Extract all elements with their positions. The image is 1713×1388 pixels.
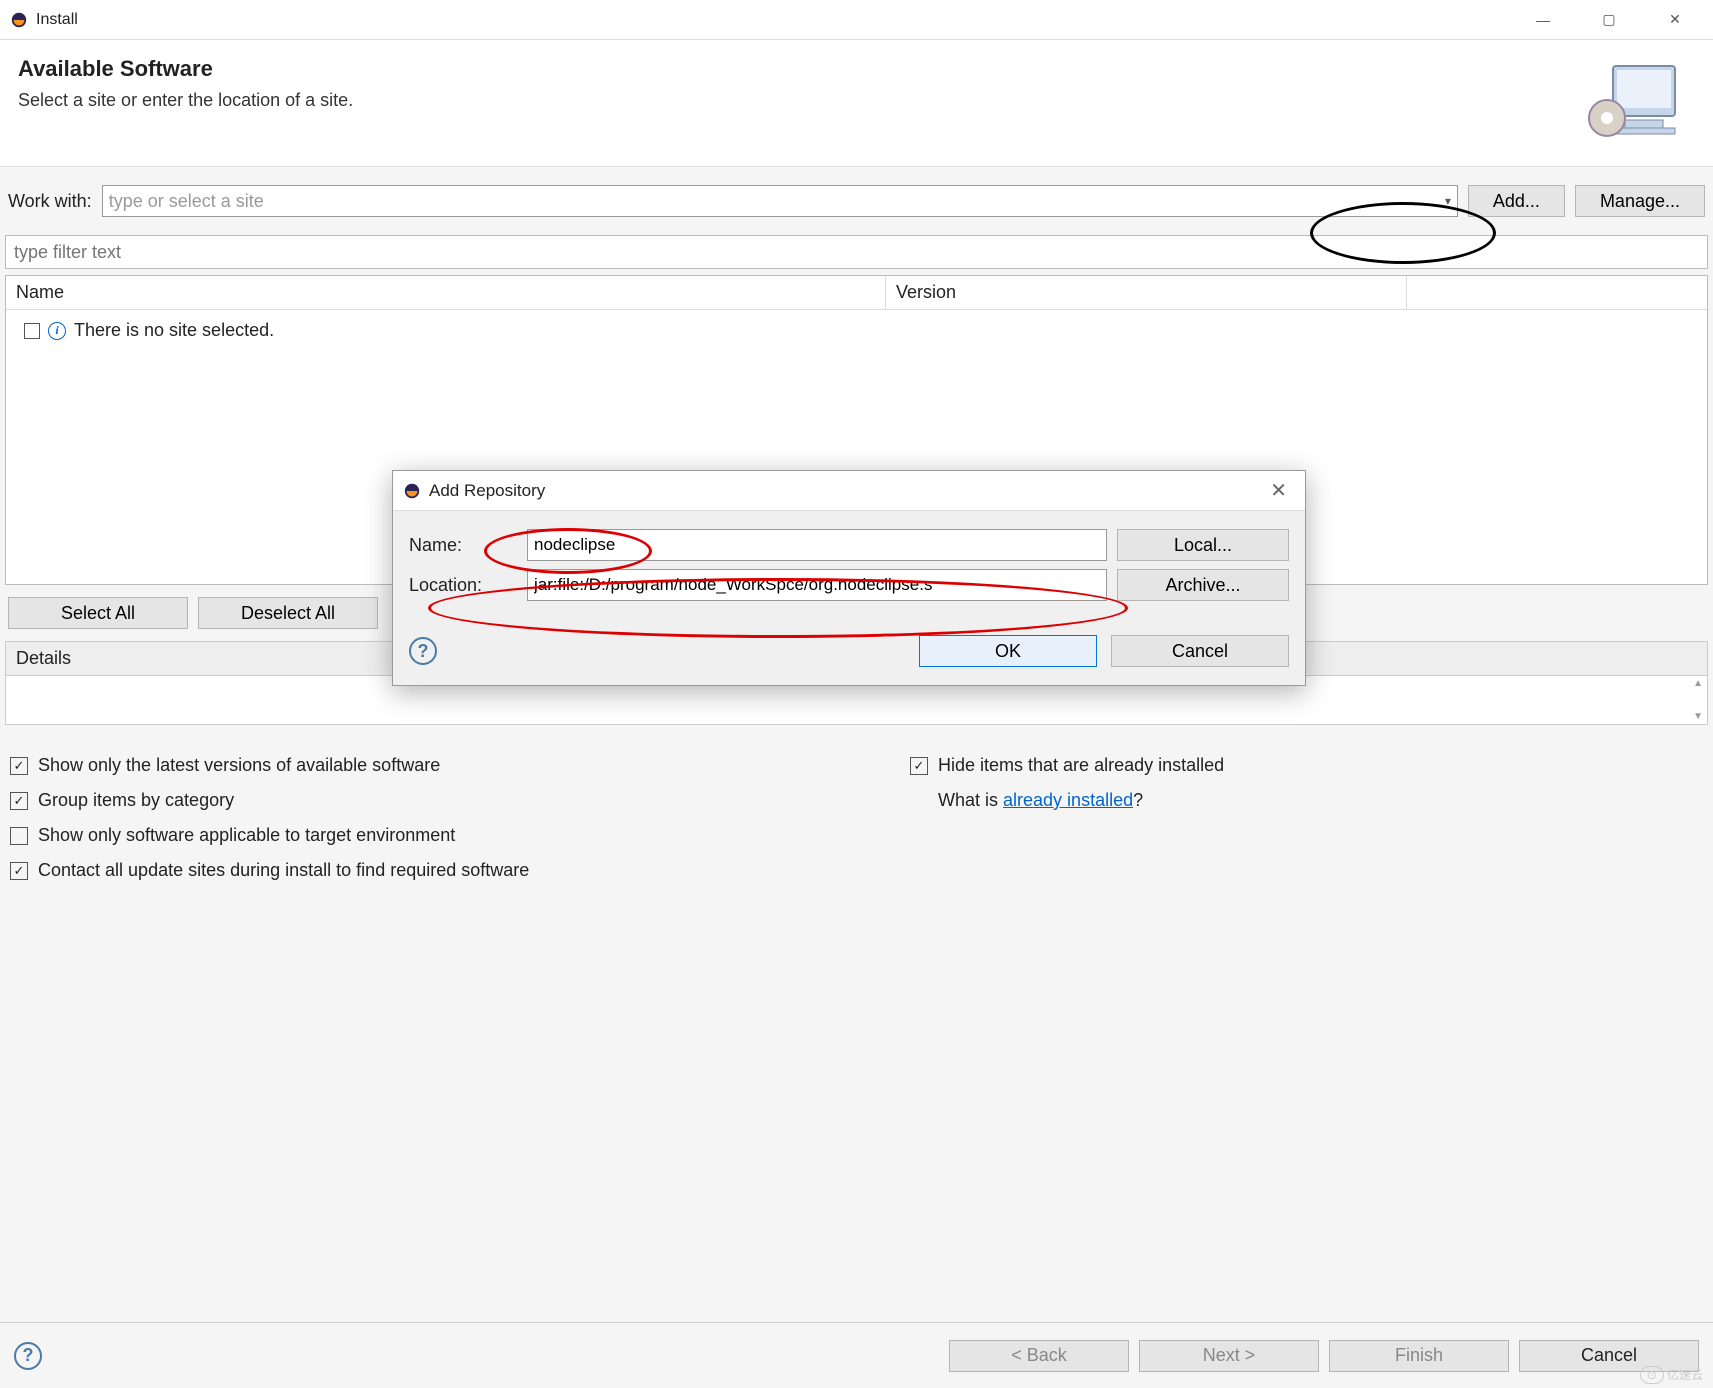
dialog-cancel-button[interactable]: Cancel [1111,635,1289,667]
titlebar: Install — ▢ ✕ [0,0,1713,40]
no-site-text: There is no site selected. [74,320,274,341]
option-group[interactable]: ✓ Group items by category [10,790,880,811]
eclipse-icon [403,482,421,500]
dialog-footer: ? OK Cancel [393,617,1305,685]
window-title: Install [36,11,1521,29]
info-icon: i [48,322,66,340]
archive-button[interactable]: Archive... [1117,569,1289,601]
work-with-row: Work with: type or select a site ▾ Add..… [0,167,1713,235]
dialog-title: Add Repository [429,481,1262,501]
page-title: Available Software [18,56,1585,82]
tree-header: Name Version [6,276,1707,310]
ok-button[interactable]: OK [919,635,1097,667]
window-controls: — ▢ ✕ [1521,5,1697,35]
scroll-down-icon[interactable]: ▼ [1693,711,1703,722]
option-group-label: Group items by category [38,790,234,811]
work-with-combo[interactable]: type or select a site ▾ [102,185,1458,217]
footer: ? < Back Next > Finish Cancel [0,1322,1713,1388]
option-target-label: Show only software applicable to target … [38,825,455,846]
next-button[interactable]: Next > [1139,1340,1319,1372]
dialog-name-label: Name: [409,535,517,556]
add-button[interactable]: Add... [1468,185,1565,217]
install-wizard-icon [1585,56,1685,146]
add-repository-dialog: Add Repository ✕ Name: Local... Location… [392,470,1306,686]
eclipse-icon [10,11,28,29]
work-with-label: Work with: [8,191,92,212]
work-with-placeholder: type or select a site [109,191,264,212]
checkbox-checked-icon[interactable]: ✓ [910,757,928,775]
dialog-name-input[interactable] [527,529,1107,561]
dialog-name-row: Name: Local... [409,529,1289,561]
header-area: Available Software Select a site or ente… [0,40,1713,167]
help-icon[interactable]: ? [409,637,437,665]
page-subtitle: Select a site or enter the location of a… [18,90,1585,111]
dialog-location-row: Location: Archive... [409,569,1289,601]
help-icon[interactable]: ? [14,1342,42,1370]
dialog-location-label: Location: [409,575,517,596]
finish-button[interactable]: Finish [1329,1340,1509,1372]
select-all-button[interactable]: Select All [8,597,188,629]
checkbox-checked-icon[interactable]: ✓ [10,862,28,880]
watermark-logo-icon: ⊙ [1640,1366,1664,1384]
checkbox-icon[interactable] [24,323,40,339]
back-button[interactable]: < Back [949,1340,1129,1372]
option-latest-label: Show only the latest versions of availab… [38,755,440,776]
dialog-titlebar: Add Repository ✕ [393,471,1305,511]
scroll-up-icon[interactable]: ▲ [1693,678,1703,689]
deselect-all-button[interactable]: Deselect All [198,597,378,629]
checkbox-unchecked-icon[interactable] [10,827,28,845]
dialog-close-icon[interactable]: ✕ [1262,478,1295,503]
what-is-installed: What is already installed? [938,790,1703,811]
option-hide-label: Hide items that are already installed [938,755,1224,776]
maximize-button[interactable]: ▢ [1587,5,1631,35]
column-name[interactable]: Name [6,276,886,309]
option-latest[interactable]: ✓ Show only the latest versions of avail… [10,755,880,776]
option-hide[interactable]: ✓ Hide items that are already installed [910,755,1703,776]
watermark-text: 亿速云 [1667,1368,1703,1382]
options-grid: ✓ Show only the latest versions of avail… [0,725,1713,911]
checkbox-checked-icon[interactable]: ✓ [10,792,28,810]
tree-row-nosite: i There is no site selected. [24,320,1689,341]
option-contact-label: Contact all update sites during install … [38,860,529,881]
dialog-location-input[interactable] [527,569,1107,601]
manage-button[interactable]: Manage... [1575,185,1705,217]
checkbox-checked-icon[interactable]: ✓ [10,757,28,775]
filter-input[interactable] [5,235,1708,269]
column-version[interactable]: Version [886,276,1407,309]
close-button[interactable]: ✕ [1653,5,1697,35]
option-contact[interactable]: ✓ Contact all update sites during instal… [10,860,880,881]
already-installed-link[interactable]: already installed [1003,790,1133,810]
chevron-down-icon: ▾ [1445,194,1451,208]
option-target[interactable]: Show only software applicable to target … [10,825,880,846]
minimize-button[interactable]: — [1521,5,1565,35]
watermark: ⊙ 亿速云 [1634,1366,1703,1384]
what-is-suffix: ? [1133,790,1143,810]
what-is-prefix: What is [938,790,1003,810]
column-spacer [1407,276,1707,309]
local-button[interactable]: Local... [1117,529,1289,561]
